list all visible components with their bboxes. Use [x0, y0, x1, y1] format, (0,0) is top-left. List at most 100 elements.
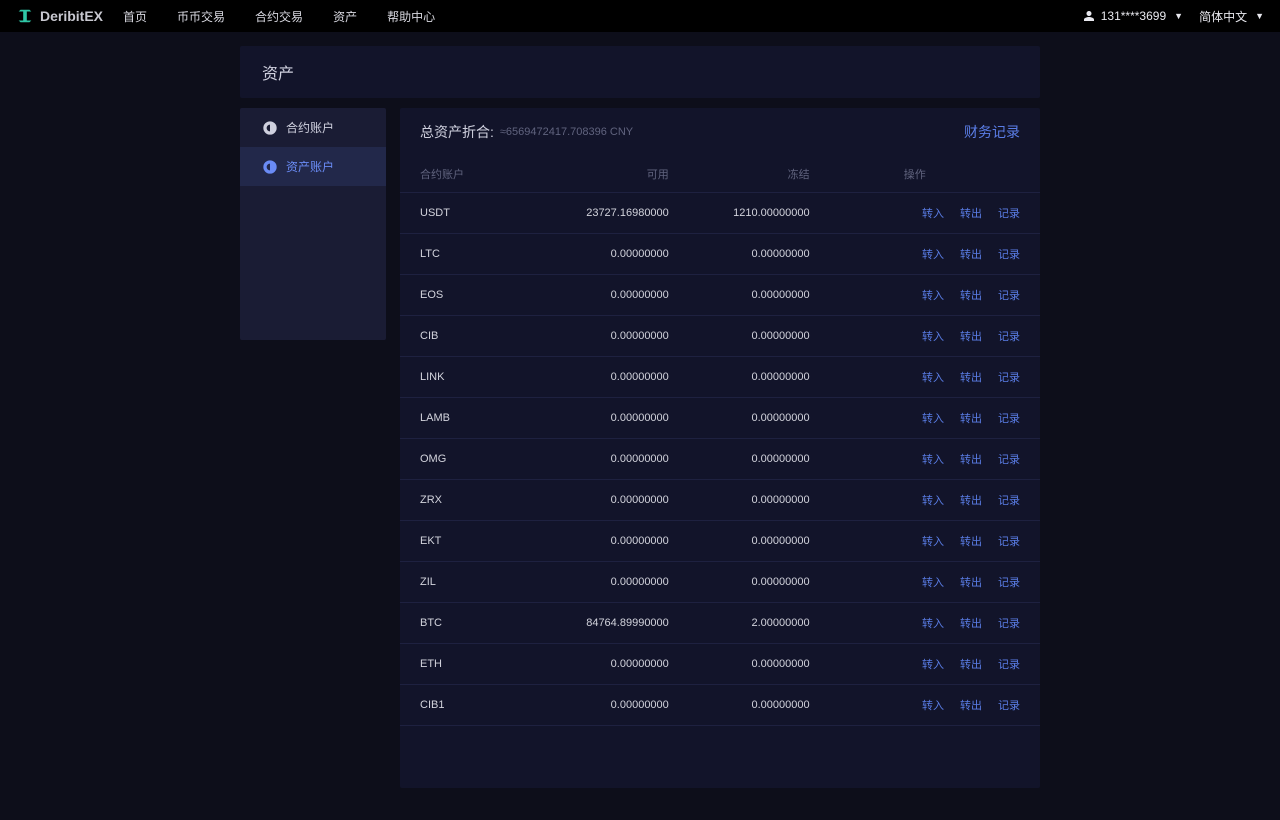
records-link[interactable]: 记录 — [998, 577, 1020, 589]
top-right: 131****3699 ▼ 简体中文 ▼ — [1083, 8, 1264, 25]
transfer-in-link[interactable]: 转入 — [922, 700, 944, 712]
table-row: USDT23727.169800001210.00000000转入转出记录 — [400, 193, 1040, 234]
assets-table-header-row: 合约账户 可用 冻结 操作 — [400, 156, 1040, 193]
table-row: ETH0.000000000.00000000转入转出记录 — [400, 644, 1040, 685]
cell-coin: EOS — [400, 275, 528, 316]
records-link[interactable]: 记录 — [998, 413, 1020, 425]
th-coin: 合约账户 — [400, 156, 528, 193]
records-link[interactable]: 记录 — [998, 208, 1020, 220]
transfer-out-link[interactable]: 转出 — [960, 618, 982, 630]
transfer-in-link[interactable]: 转入 — [922, 249, 944, 261]
transfer-in-link[interactable]: 转入 — [922, 331, 944, 343]
cell-coin: CIB1 — [400, 685, 528, 726]
records-link[interactable]: 记录 — [998, 290, 1020, 302]
th-available: 可用 — [528, 156, 669, 193]
transfer-in-link[interactable]: 转入 — [922, 495, 944, 507]
nav-contract[interactable]: 合约交易 — [255, 8, 303, 25]
user-icon — [1083, 10, 1095, 22]
brand-name: DeribitEX — [40, 8, 103, 24]
records-link[interactable]: 记录 — [998, 536, 1020, 548]
records-link[interactable]: 记录 — [998, 700, 1020, 712]
cell-coin: ETH — [400, 644, 528, 685]
transfer-in-link[interactable]: 转入 — [922, 577, 944, 589]
cell-available: 0.00000000 — [528, 480, 669, 521]
user-menu[interactable]: 131****3699 ▼ — [1083, 9, 1183, 23]
transfer-in-link[interactable]: 转入 — [922, 536, 944, 548]
transfer-in-link[interactable]: 转入 — [922, 618, 944, 630]
cell-ops: 转入 转出 记录 — [810, 480, 1040, 521]
cell-available: 0.00000000 — [528, 398, 669, 439]
cell-available: 0.00000000 — [528, 562, 669, 603]
cell-coin: LINK — [400, 357, 528, 398]
records-link[interactable]: 记录 — [998, 249, 1020, 261]
records-link[interactable]: 记录 — [998, 659, 1020, 671]
content-row: 合约账户 资产账户 总资产折合: ≈6569472417.708396 CNY … — [240, 108, 1040, 788]
th-ops: 操作 — [810, 156, 1040, 193]
caret-down-icon: ▼ — [1174, 11, 1183, 21]
nav-help[interactable]: 帮助中心 — [387, 8, 435, 25]
table-row: OMG0.000000000.00000000转入转出记录 — [400, 439, 1040, 480]
table-row: ZIL0.000000000.00000000转入转出记录 — [400, 562, 1040, 603]
cell-available: 0.00000000 — [528, 644, 669, 685]
cell-frozen: 0.00000000 — [669, 234, 810, 275]
cell-available: 0.00000000 — [528, 685, 669, 726]
records-link[interactable]: 记录 — [998, 618, 1020, 630]
cell-frozen: 0.00000000 — [669, 562, 810, 603]
cell-available: 0.00000000 — [528, 521, 669, 562]
table-row: ZRX0.000000000.00000000转入转出记录 — [400, 480, 1040, 521]
transfer-in-link[interactable]: 转入 — [922, 659, 944, 671]
brand-logo[interactable]: DeribitEX — [16, 7, 103, 25]
transfer-out-link[interactable]: 转出 — [960, 413, 982, 425]
cell-frozen: 0.00000000 — [669, 275, 810, 316]
sidebar-item-asset-account[interactable]: 资产账户 — [240, 147, 386, 186]
records-link[interactable]: 记录 — [998, 331, 1020, 343]
finance-records-link[interactable]: 财务记录 — [964, 122, 1020, 142]
nav-spot[interactable]: 币币交易 — [177, 8, 225, 25]
transfer-out-link[interactable]: 转出 — [960, 454, 982, 466]
transfer-in-link[interactable]: 转入 — [922, 413, 944, 425]
transfer-out-link[interactable]: 转出 — [960, 249, 982, 261]
sidebar-item-contract-account[interactable]: 合约账户 — [240, 108, 386, 147]
cell-ops: 转入 转出 记录 — [810, 316, 1040, 357]
lang-display: 简体中文 — [1199, 8, 1247, 25]
table-row: BTC84764.899900002.00000000转入转出记录 — [400, 603, 1040, 644]
transfer-out-link[interactable]: 转出 — [960, 331, 982, 343]
cell-coin: ZIL — [400, 562, 528, 603]
transfer-out-link[interactable]: 转出 — [960, 372, 982, 384]
transfer-out-link[interactable]: 转出 — [960, 659, 982, 671]
th-frozen: 冻结 — [669, 156, 810, 193]
page-title: 资产 — [240, 46, 1040, 98]
transfer-out-link[interactable]: 转出 — [960, 536, 982, 548]
nav-assets[interactable]: 资产 — [333, 8, 357, 25]
transfer-in-link[interactable]: 转入 — [922, 372, 944, 384]
transfer-out-link[interactable]: 转出 — [960, 290, 982, 302]
table-row: EOS0.000000000.00000000转入转出记录 — [400, 275, 1040, 316]
transfer-out-link[interactable]: 转出 — [960, 208, 982, 220]
transfer-in-link[interactable]: 转入 — [922, 208, 944, 220]
table-row: CIB0.000000000.00000000转入转出记录 — [400, 316, 1040, 357]
cell-coin: OMG — [400, 439, 528, 480]
account-icon — [262, 159, 278, 175]
table-row: LINK0.000000000.00000000转入转出记录 — [400, 357, 1040, 398]
nav-home[interactable]: 首页 — [123, 8, 147, 25]
transfer-out-link[interactable]: 转出 — [960, 495, 982, 507]
transfer-in-link[interactable]: 转入 — [922, 290, 944, 302]
transfer-out-link[interactable]: 转出 — [960, 577, 982, 589]
lang-switch[interactable]: 简体中文 ▼ — [1199, 8, 1264, 25]
cell-coin: CIB — [400, 316, 528, 357]
transfer-out-link[interactable]: 转出 — [960, 700, 982, 712]
cell-ops: 转入 转出 记录 — [810, 275, 1040, 316]
cell-ops: 转入 转出 记录 — [810, 685, 1040, 726]
cell-ops: 转入 转出 记录 — [810, 439, 1040, 480]
table-row: LTC0.000000000.00000000转入转出记录 — [400, 234, 1040, 275]
table-row: CIB10.000000000.00000000转入转出记录 — [400, 685, 1040, 726]
records-link[interactable]: 记录 — [998, 495, 1020, 507]
records-link[interactable]: 记录 — [998, 454, 1020, 466]
records-link[interactable]: 记录 — [998, 372, 1020, 384]
transfer-in-link[interactable]: 转入 — [922, 454, 944, 466]
cell-coin: LTC — [400, 234, 528, 275]
sidebar-item-label: 合约账户 — [286, 119, 334, 136]
cell-frozen: 0.00000000 — [669, 357, 810, 398]
cell-ops: 转入 转出 记录 — [810, 562, 1040, 603]
topbar: DeribitEX 首页 币币交易 合约交易 资产 帮助中心 131****36… — [0, 0, 1280, 32]
